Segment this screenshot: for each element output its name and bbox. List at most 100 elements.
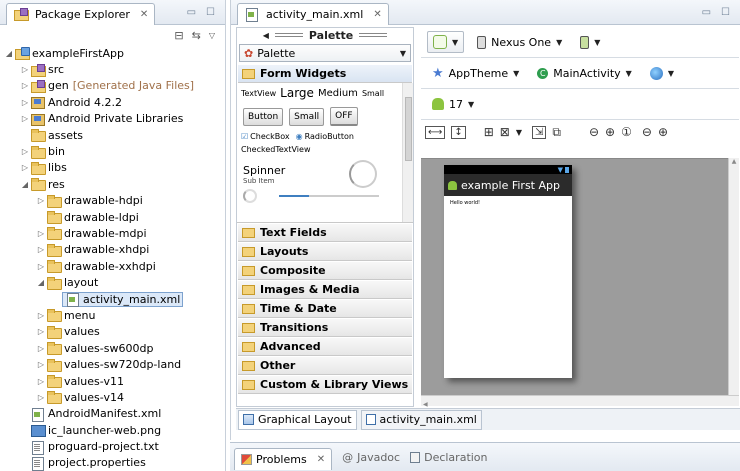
- device-preview[interactable]: ▼ example First App Hello world!: [444, 165, 572, 378]
- expand-twisty-icon[interactable]: ◢: [20, 180, 30, 189]
- tree-item[interactable]: ▷ drawable-xhdpi: [4, 242, 225, 258]
- expand-twisty-icon[interactable]: ▷: [20, 65, 30, 74]
- zoom-actual-icon[interactable]: ①: [621, 125, 632, 139]
- editor-tab-activity-main[interactable]: activity_main.xml ✕: [237, 2, 389, 25]
- widget-spinner[interactable]: Spinner Sub Item: [243, 164, 407, 185]
- zoom-fit-in-icon[interactable]: ⊕: [658, 125, 668, 139]
- palette-category[interactable]: Other: [238, 356, 412, 375]
- minimize-icon[interactable]: ▭: [187, 7, 196, 18]
- tree-item[interactable]: ◢ exampleFirstApp: [4, 45, 225, 61]
- layout-options-icon[interactable]: ⊠: [500, 125, 510, 139]
- tab-javadoc[interactable]: @ Javadoc: [342, 451, 400, 464]
- fill-width-icon[interactable]: ⟷: [425, 125, 446, 139]
- close-icon[interactable]: ✕: [317, 454, 325, 465]
- category-form-widgets[interactable]: Form Widgets: [238, 64, 412, 83]
- tree-item[interactable]: AndroidManifest.xml: [4, 406, 225, 422]
- expand-twisty-icon[interactable]: ▷: [36, 344, 46, 353]
- widget-radio-button[interactable]: ◉ RadioButton: [296, 132, 354, 141]
- package-explorer-tab[interactable]: Package Explorer ✕: [6, 2, 156, 25]
- activity-select[interactable]: C MainActivity ▼: [532, 62, 637, 84]
- tree-item[interactable]: ▷ values: [4, 324, 225, 340]
- zoom-fit-icon[interactable]: ⊖: [642, 125, 652, 139]
- widget-progress-circle[interactable]: [349, 160, 377, 188]
- expand-twisty-icon[interactable]: ▷: [36, 196, 46, 205]
- palette-category[interactable]: Composite: [238, 261, 412, 280]
- tree-item[interactable]: ▷ drawable-mdpi: [4, 225, 225, 241]
- api-level-select[interactable]: 17 ▼: [427, 93, 479, 115]
- collapse-all-icon[interactable]: ⊟: [174, 29, 183, 42]
- tree-item[interactable]: ▷ libs: [4, 160, 225, 176]
- tree-item[interactable]: ▷ menu: [4, 307, 225, 323]
- close-icon[interactable]: ✕: [140, 9, 148, 20]
- expand-twisty-icon[interactable]: ▷: [20, 147, 30, 156]
- clipping-icon[interactable]: ⧉: [552, 125, 561, 140]
- collapse-palette-icon[interactable]: ◀: [263, 31, 269, 40]
- tree-item[interactable]: ic_launcher-web.png: [4, 422, 225, 438]
- widget-large-text[interactable]: Large: [280, 86, 314, 100]
- palette-category[interactable]: Layouts: [238, 242, 412, 261]
- device-select[interactable]: Nexus One ▼: [472, 31, 567, 53]
- fill-height-icon[interactable]: ↕: [451, 125, 466, 139]
- palette-category[interactable]: Advanced: [238, 337, 412, 356]
- tab-xml-source[interactable]: activity_main.xml: [360, 409, 482, 430]
- tree-item[interactable]: ▷ values-v11: [4, 373, 225, 389]
- palette-category[interactable]: Images & Media: [238, 280, 412, 299]
- expand-twisty-icon[interactable]: ◢: [36, 278, 46, 287]
- tree-item[interactable]: ▷ gen [Generated Java Files]: [4, 78, 225, 94]
- palette-scrollbar[interactable]: [402, 83, 413, 222]
- widget-small-text[interactable]: Small: [362, 89, 384, 98]
- tree-item[interactable]: ▷ values-sw720dp-land: [4, 356, 225, 372]
- expand-twisty-icon[interactable]: ▷: [36, 229, 46, 238]
- expand-twisty-icon[interactable]: ▷: [36, 262, 46, 271]
- zoom-in-icon[interactable]: ⊕: [605, 125, 615, 139]
- tree-item[interactable]: ▷ drawable-xxhdpi: [4, 258, 225, 274]
- tree-item[interactable]: ▷ src: [4, 61, 225, 77]
- palette-category[interactable]: Custom & Library Views: [238, 375, 412, 394]
- tree-item[interactable]: ◢ res: [4, 176, 225, 192]
- tree-item[interactable]: ▷ bin: [4, 143, 225, 159]
- layout-type-select[interactable]: ▼: [427, 31, 465, 53]
- tree-item[interactable]: activity_main.xml: [4, 291, 225, 308]
- widget-checkbox[interactable]: ☑ CheckBox: [241, 132, 290, 141]
- chevron-down-icon[interactable]: ▼: [516, 128, 522, 137]
- expand-twisty-icon[interactable]: ▷: [20, 114, 30, 123]
- widget-checked-textview[interactable]: CheckedTextView: [237, 143, 413, 156]
- widget-textview[interactable]: TextView: [241, 89, 276, 98]
- tree-item[interactable]: proguard-project.txt: [4, 438, 225, 455]
- expand-twisty-icon[interactable]: ◢: [4, 49, 14, 58]
- expand-twisty-icon[interactable]: ▷: [36, 377, 46, 386]
- expand-twisty-icon[interactable]: ▷: [20, 163, 30, 172]
- tab-graphical-layout[interactable]: Graphical Layout: [238, 409, 357, 430]
- emulate-size-icon[interactable]: ⇲: [532, 125, 547, 139]
- tree-item[interactable]: ▷ values-v14: [4, 389, 225, 405]
- view-menu-icon[interactable]: ▽: [209, 31, 215, 40]
- expand-twisty-icon[interactable]: ▷: [36, 311, 46, 320]
- orientation-select[interactable]: ▼: [575, 31, 605, 53]
- tab-problems[interactable]: Problems ✕: [234, 448, 333, 470]
- tree-item[interactable]: assets: [4, 127, 225, 143]
- tree-item[interactable]: drawable-ldpi: [4, 209, 225, 225]
- widget-toggle-button[interactable]: OFF: [330, 107, 358, 126]
- layout-grid-icon[interactable]: ⊞: [484, 125, 494, 139]
- expand-twisty-icon[interactable]: ▷: [20, 98, 30, 107]
- tree-item[interactable]: ▷ Android Private Libraries: [4, 111, 225, 127]
- expand-twisty-icon[interactable]: ▷: [36, 393, 46, 402]
- expand-twisty-icon[interactable]: ▷: [36, 327, 46, 336]
- tree-item[interactable]: ▷ drawable-hdpi: [4, 193, 225, 209]
- link-with-editor-icon[interactable]: ⇆: [192, 29, 201, 42]
- maximize-icon[interactable]: ☐: [721, 7, 730, 18]
- widget-medium-text[interactable]: Medium: [318, 88, 358, 99]
- expand-twisty-icon[interactable]: ▷: [20, 81, 30, 90]
- tree-item[interactable]: project.properties: [4, 455, 225, 471]
- zoom-out-icon[interactable]: ⊖: [589, 125, 599, 139]
- close-icon[interactable]: ✕: [373, 9, 381, 20]
- maximize-icon[interactable]: ☐: [206, 7, 215, 18]
- expand-twisty-icon[interactable]: ▷: [36, 245, 46, 254]
- widget-small-button[interactable]: Small: [289, 107, 325, 126]
- canvas-horizontal-scrollbar[interactable]: ◀: [421, 395, 739, 408]
- tree-item[interactable]: ▷ values-sw600dp: [4, 340, 225, 356]
- expand-twisty-icon[interactable]: ▷: [36, 360, 46, 369]
- widget-button[interactable]: Button: [243, 107, 284, 126]
- widget-small-progress[interactable]: [243, 189, 257, 203]
- palette-category[interactable]: Text Fields: [238, 223, 412, 242]
